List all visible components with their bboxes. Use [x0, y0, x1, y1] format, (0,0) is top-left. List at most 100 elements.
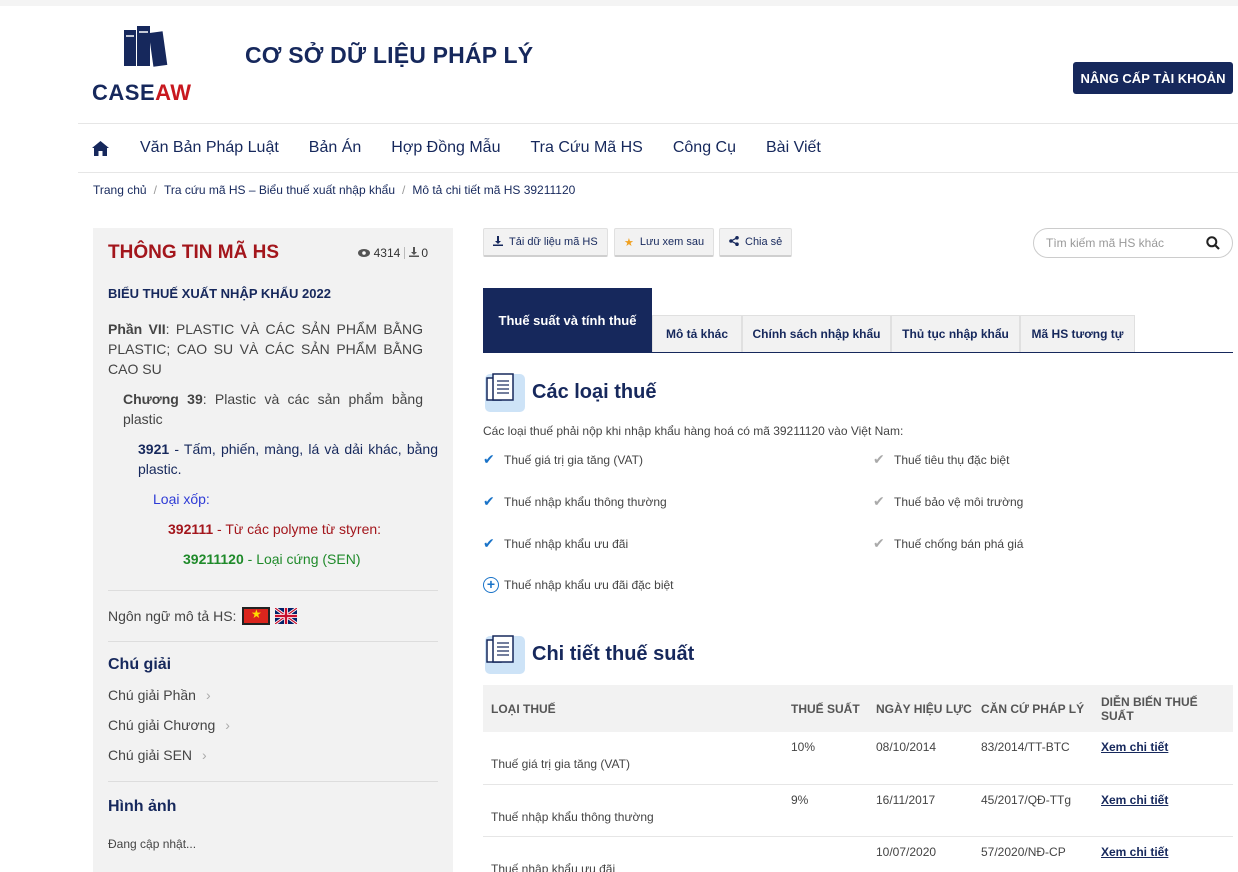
images-title: Hình ảnh — [108, 798, 177, 815]
column-header: NGÀY HIỆU LỰC — [876, 701, 972, 716]
books-icon — [124, 26, 168, 67]
check-icon: ✔ — [483, 451, 495, 467]
tab-other-descriptions[interactable]: Mô tả khác — [652, 315, 742, 352]
tax-name-cell: Thuế giá trị gia tăng (VAT) — [483, 732, 783, 785]
column-header: CĂN CỨ PHÁP LÝ — [981, 701, 1085, 716]
table-header-row: LOẠI THUẾ THUẾ SUẤT NGÀY HIỆU LỰC CĂN CỨ… — [483, 685, 1233, 732]
tax-anti-dumping: ✔ Thuế chống bán phá giá — [873, 535, 1024, 551]
nav-item-bai-viet[interactable]: Bài Viết — [766, 139, 821, 157]
tree-subheading[interactable]: 392111 - Từ các polyme từ styren: — [168, 519, 381, 539]
tree-current-code[interactable]: 39211120 - Loại cứng (SEN) — [183, 549, 361, 569]
tax-special-preferential[interactable]: + Thuế nhập khẩu ưu đãi đặc biệt — [483, 577, 674, 593]
hs-search-box — [1033, 228, 1233, 258]
tax-name-cell: Thuế nhập khẩu ưu đãi — [483, 836, 783, 872]
header-divider — [78, 123, 1238, 124]
nav-item-van-ban[interactable]: Văn Bản Pháp Luật — [140, 139, 279, 157]
rate-details-header: Chi tiết thuế suất — [483, 634, 694, 674]
nav-item-cong-cu[interactable]: Công Cụ — [673, 139, 736, 157]
tree-xop[interactable]: Loại xốp: — [153, 489, 210, 509]
tax-types-description: Các loại thuế phải nộp khi nhập khẩu hàn… — [483, 424, 904, 438]
breadcrumb-current: Mô tả chi tiết mã HS 39211120 — [412, 183, 576, 197]
logo-text: CASEAW — [92, 80, 192, 105]
table-row: Thuế giá trị gia tăng (VAT) 10% 08/10/20… — [483, 732, 1233, 785]
check-icon: ✔ — [873, 535, 885, 551]
tree-part[interactable]: Phần VII: PLASTIC VÀ CÁC SẢN PHẨM BẰNG P… — [108, 319, 423, 379]
section-title: Chi tiết thuế suất — [532, 642, 695, 665]
hs-info-panel: THÔNG TIN MÃ HS 4314 0 BIỂU THUẾ XUẤT NH… — [93, 228, 453, 872]
rate-cell: 10% — [783, 732, 868, 785]
view-detail-link[interactable]: Xem chi tiết — [1101, 845, 1168, 859]
stats: 4314 0 — [357, 246, 428, 260]
history-cell: Xem chi tiết — [1093, 784, 1233, 837]
views-count: 4314 — [373, 246, 401, 260]
date-cell: 10/07/2020 — [868, 836, 973, 872]
tariff-year-title: BIỂU THUẾ XUẤT NHẬP KHẨU 2022 — [108, 286, 331, 301]
nav-item-hop-dong[interactable]: Hợp Đồng Mẫu — [391, 139, 500, 157]
view-detail-link[interactable]: Xem chi tiết — [1101, 793, 1168, 807]
divider — [108, 590, 438, 591]
divider — [108, 641, 438, 642]
tab-bar: Thuế suất và tính thuế Mô tả khác Chính … — [483, 288, 1233, 353]
share-button[interactable]: Chia sẻ — [719, 228, 793, 257]
date-cell: 16/11/2017 — [868, 784, 973, 837]
tax-import-normal: ✔ Thuế nhập khẩu thông thường — [483, 493, 667, 509]
column-header: LOẠI THUẾ — [491, 701, 556, 716]
download-icon — [493, 235, 503, 249]
tax-types-header: Các loại thuế — [483, 372, 656, 412]
star-icon: ★ — [624, 236, 634, 249]
rate-cell — [783, 836, 868, 872]
download-hs-button[interactable]: Tải dữ liệu mã HS — [483, 228, 608, 257]
images-updating-text: Đang cập nhật... — [108, 837, 197, 851]
legal-basis-cell: 45/2017/QĐ-TTg — [973, 784, 1093, 837]
eye-icon — [357, 246, 370, 260]
top-strip — [0, 0, 1238, 6]
home-icon[interactable] — [92, 138, 112, 158]
legal-basis-cell: 83/2014/TT-BTC — [973, 732, 1093, 785]
tab-import-procedures[interactable]: Thủ tục nhập khẩu — [891, 315, 1020, 352]
lang-label: Ngôn ngữ mô tả HS: — [108, 608, 237, 624]
save-for-later-button[interactable]: ★ Lưu xem sau — [614, 228, 715, 257]
plus-circle-icon[interactable]: + — [483, 577, 499, 593]
history-cell: Xem chi tiết — [1093, 836, 1233, 872]
note-sen-link[interactable]: Chú giải SEN › — [108, 747, 207, 763]
tax-name-cell: Thuế nhập khẩu thông thường — [483, 784, 783, 837]
table-row: Thuế nhập khẩu ưu đãi 10/07/2020 57/2020… — [483, 836, 1233, 872]
view-detail-link[interactable]: Xem chi tiết — [1101, 740, 1168, 754]
notes-title: Chú giải — [108, 656, 172, 673]
tax-special-consumption: ✔ Thuế tiêu thụ đặc biệt — [873, 451, 1010, 467]
tab-import-policy[interactable]: Chính sách nhập khẩu — [742, 315, 891, 352]
note-chapter-link[interactable]: Chú giải Chương › — [108, 717, 230, 733]
column-header: DIỄN BIẾN THUẾ SUẤT — [1101, 694, 1198, 723]
tab-similar-hs[interactable]: Mã HS tương tự — [1020, 315, 1135, 352]
site-logo[interactable]: CASEAW — [92, 22, 198, 105]
tree-chapter[interactable]: Chương 39: Plastic và các sản phẩm bằng … — [123, 389, 423, 429]
search-icon[interactable] — [1206, 236, 1220, 255]
breadcrumb-tra-cuu[interactable]: Tra cứu mã HS – Biểu thuế xuất nhập khẩu — [164, 183, 395, 197]
document-icon — [483, 372, 529, 412]
date-cell: 08/10/2014 — [868, 732, 973, 785]
divider — [108, 781, 438, 782]
upgrade-account-button[interactable]: NÂNG CẤP TÀI KHOẢN — [1073, 62, 1233, 94]
site-title: CƠ SỞ DỮ LIỆU PHÁP LÝ — [245, 42, 534, 68]
nav-item-ban-an[interactable]: Bản Án — [309, 139, 361, 157]
vietnam-flag-icon[interactable]: ★ — [242, 607, 271, 625]
section-title: Các loại thuế — [532, 380, 657, 403]
hs-search-input[interactable] — [1046, 236, 1196, 250]
column-header: THUẾ SUẤT — [791, 701, 860, 716]
table-row: Thuế nhập khẩu thông thường 9% 16/11/201… — [483, 784, 1233, 837]
tab-tax-rates[interactable]: Thuế suất và tính thuế — [483, 288, 652, 352]
uk-flag-icon[interactable] — [275, 608, 298, 624]
check-icon: ✔ — [483, 493, 495, 509]
rate-details-table: LOẠI THUẾ THUẾ SUẤT NGÀY HIỆU LỰC CĂN CỨ… — [483, 685, 1233, 872]
downloads-count: 0 — [421, 246, 428, 260]
breadcrumb-home[interactable]: Trang chủ — [93, 183, 147, 197]
main-nav: Văn Bản Pháp Luật Bản Án Hợp Đồng Mẫu Tr… — [92, 132, 851, 164]
tree-heading[interactable]: 3921 - Tấm, phiến, màng, lá và dải khác,… — [138, 439, 438, 479]
nav-item-tra-cuu-hs[interactable]: Tra Cứu Mã HS — [530, 139, 642, 157]
chevron-right-icon: › — [205, 687, 211, 703]
download-icon — [409, 246, 420, 260]
rate-cell: 9% — [783, 784, 868, 837]
chevron-right-icon: › — [225, 717, 230, 733]
legal-basis-cell: 57/2020/NĐ-CP — [973, 836, 1093, 872]
note-part-link[interactable]: Chú giải Phần › — [108, 687, 211, 703]
